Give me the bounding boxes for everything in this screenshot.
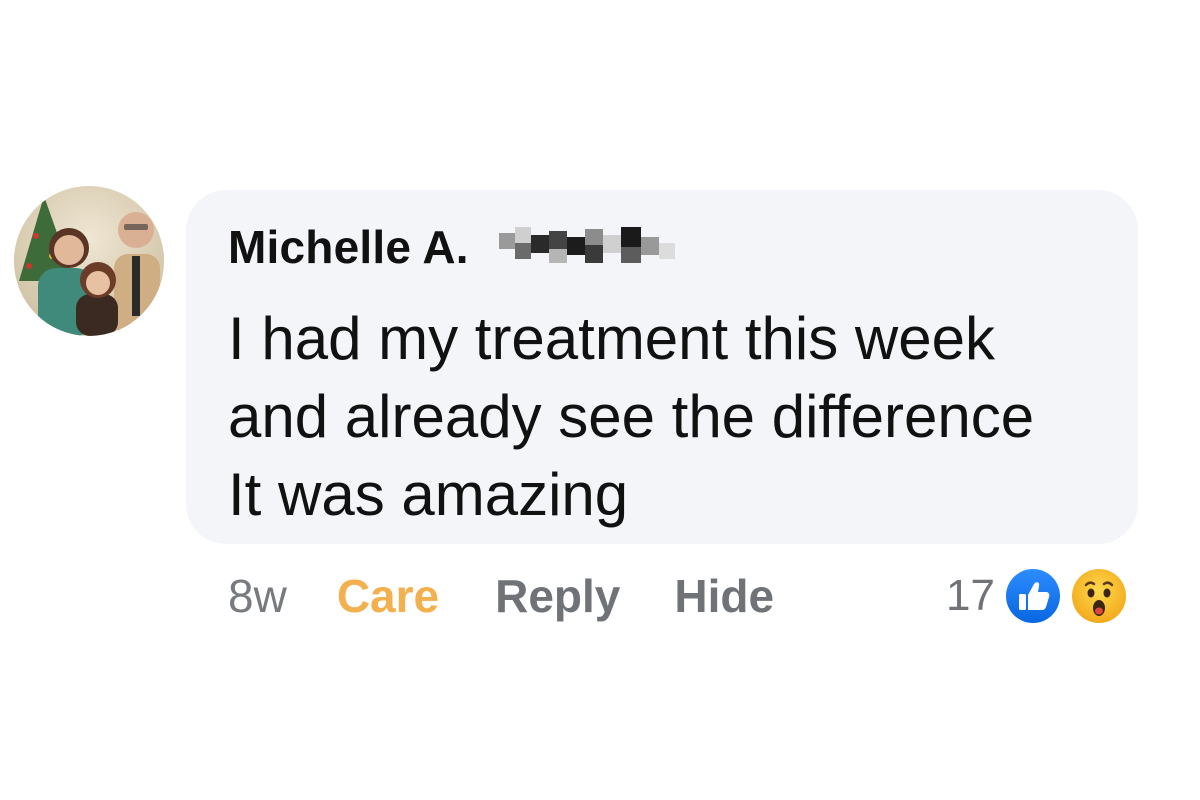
comment-bubble: Michelle A. I had my treatment this week… (186, 190, 1138, 544)
author-name[interactable]: Michelle A. (228, 220, 469, 274)
timestamp[interactable]: 8w (228, 569, 287, 623)
avatar[interactable] (14, 186, 164, 336)
reaction-summary[interactable]: 17 (946, 564, 1131, 628)
care-reaction-button[interactable]: Care (337, 569, 439, 623)
author-row: Michelle A. (228, 220, 685, 274)
comment-actions: 8w Care Reply Hide (228, 566, 774, 626)
comment-text: I had my treatment this week and already… (228, 305, 1035, 528)
thumbs-up-icon (1002, 566, 1063, 626)
pixelated-redaction-icon (498, 227, 685, 267)
wow-face-icon (1068, 566, 1129, 626)
reaction-count: 17 (946, 571, 995, 620)
comment-thread: Michelle A. I had my treatment this week… (0, 0, 1200, 800)
reply-button[interactable]: Reply (495, 569, 620, 623)
family-photo-avatar-icon (14, 186, 164, 336)
hide-button[interactable]: Hide (674, 569, 774, 623)
reaction-icons (1002, 564, 1131, 628)
